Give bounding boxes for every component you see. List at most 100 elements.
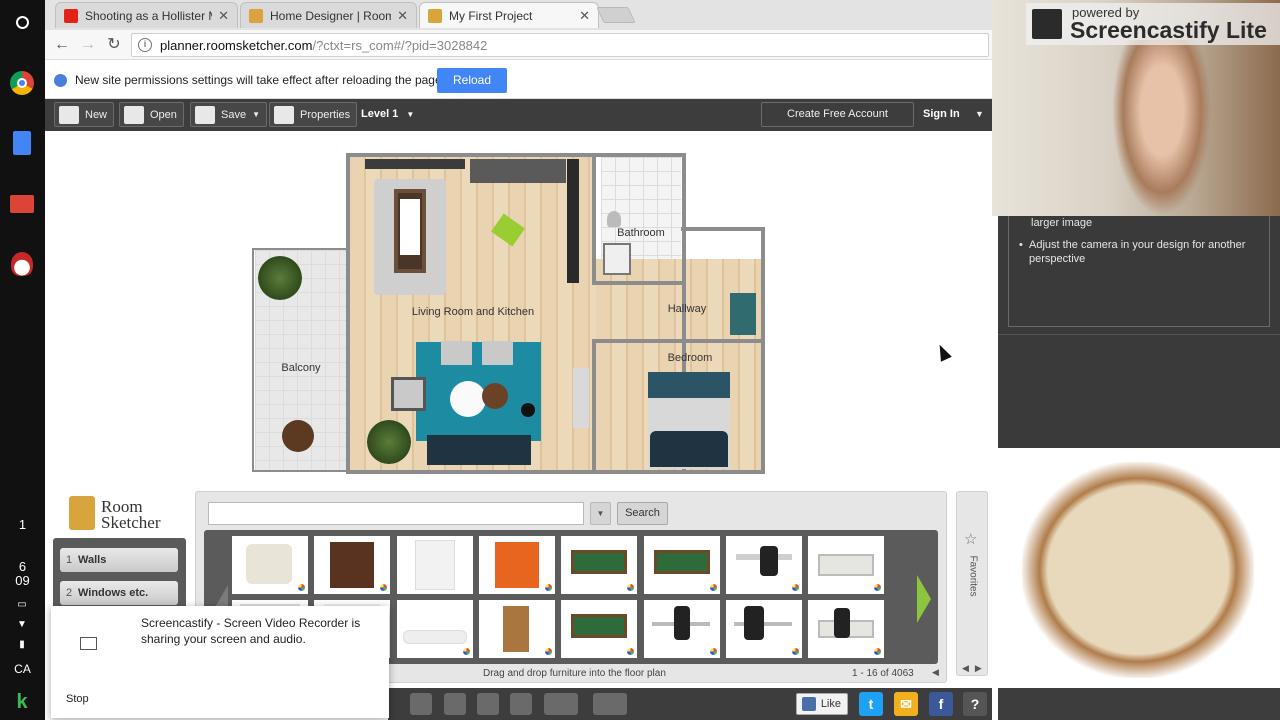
roomsketcher-icon (249, 8, 263, 23)
close-tab-icon[interactable]: ✕ (579, 8, 590, 24)
armchair[interactable] (441, 341, 472, 365)
room-label-bathroom[interactable]: Bathroom (597, 227, 685, 239)
room-label-balcony[interactable]: Balcony (257, 362, 345, 374)
floor-plan-canvas[interactable]: Bathroom Hallway Living Room and Kitchen… (45, 131, 992, 489)
tab-hollister-video[interactable]: Shooting as a Hollister M ✕ (55, 2, 238, 28)
mail-icon[interactable]: ✉ (894, 692, 918, 716)
floor-lamp[interactable] (521, 403, 535, 417)
furniture-thumb[interactable] (726, 536, 802, 594)
like-button[interactable]: Like (796, 693, 848, 715)
favorites-nav[interactable]: ◀▶ (962, 663, 988, 674)
side-table[interactable] (482, 383, 508, 409)
library-search-button[interactable]: Search (617, 502, 668, 525)
forward-arrow-icon[interactable]: → (78, 35, 98, 55)
undo-icon[interactable] (477, 693, 499, 715)
kitchen-counter[interactable] (365, 159, 465, 169)
settings-gear-icon[interactable] (593, 693, 627, 715)
hallway-cabinet[interactable] (730, 293, 756, 335)
table-runner (400, 199, 420, 255)
furniture-thumb[interactable] (314, 536, 390, 594)
twitter-icon[interactable]: t (859, 692, 883, 716)
furniture-thumb[interactable] (644, 600, 720, 658)
furniture-thumb[interactable] (561, 536, 637, 594)
balcony-table[interactable] (282, 420, 314, 452)
sofa-chair[interactable] (391, 377, 426, 411)
close-tab-icon[interactable]: ✕ (218, 8, 229, 24)
furniture-thumb[interactable] (808, 600, 884, 658)
close-tab-icon[interactable]: ✕ (397, 8, 408, 24)
tab-home-designer[interactable]: Home Designer | RoomS ✕ (240, 2, 417, 28)
wifi-icon[interactable]: ▼ (8, 614, 36, 634)
search-filter-dropdown[interactable]: ▼ (590, 502, 611, 525)
facebook-icon[interactable]: f (929, 692, 953, 716)
sign-in-button[interactable]: Sign In (923, 108, 960, 120)
locale-indicator[interactable]: CA (0, 662, 45, 676)
furniture-thumb[interactable] (397, 600, 473, 658)
info-icon[interactable]: i (138, 38, 152, 52)
favorites-tab[interactable]: ☆ Favorites (956, 491, 988, 676)
cast-icon[interactable]: ▭ (8, 594, 36, 614)
3d-preview[interactable] (998, 448, 1280, 688)
reload-icon[interactable]: ↻ (104, 35, 124, 55)
furniture-thumb[interactable] (479, 536, 555, 594)
chrome-icon[interactable] (8, 69, 36, 97)
furniture-thumb[interactable] (479, 600, 555, 658)
gmail-icon[interactable] (8, 190, 36, 218)
k-app-icon[interactable]: k (8, 688, 36, 716)
tv-stand[interactable] (573, 368, 589, 428)
zoom-icon[interactable] (544, 693, 578, 715)
room-label-living-room[interactable]: Living Room and Kitchen (393, 306, 553, 318)
roomsketcher-logo: Room Sketcher (69, 494, 179, 534)
sofa[interactable] (427, 435, 531, 465)
properties-button[interactable]: Properties (269, 102, 358, 127)
furniture-thumb[interactable] (726, 600, 802, 658)
chevron-down-icon[interactable]: ▼ (975, 109, 984, 119)
create-account-button[interactable]: Create Free Account (761, 102, 914, 127)
category-walls[interactable]: 1 Walls (60, 548, 178, 572)
kitchen-appliances[interactable] (470, 159, 566, 183)
paste-icon[interactable] (444, 693, 466, 715)
battery-icon[interactable]: ▮ (8, 634, 36, 654)
docs-icon[interactable] (8, 129, 36, 157)
furniture-thumb[interactable] (644, 536, 720, 594)
tab-my-first-project[interactable]: My First Project ✕ (419, 2, 599, 28)
redo-icon[interactable] (510, 693, 532, 715)
armchair[interactable] (482, 341, 513, 365)
chevron-down-icon[interactable]: ▼ (252, 110, 260, 119)
level-selector[interactable]: Level 1 ▼ (361, 108, 414, 120)
coffee-table[interactable] (450, 381, 486, 417)
bathtub[interactable] (603, 243, 631, 275)
potted-plant[interactable] (258, 256, 302, 300)
copy-icon[interactable] (410, 693, 432, 715)
furniture-thumb[interactable] (808, 536, 884, 594)
category-windows[interactable]: 2 Windows etc. (60, 581, 178, 605)
color-variant-icon (298, 584, 305, 591)
back-arrow-icon[interactable]: ← (52, 35, 72, 55)
new-tab-button[interactable] (596, 7, 636, 23)
library-hint: Drag and drop furniture into the floor p… (483, 668, 666, 679)
fridge[interactable] (567, 159, 579, 283)
clock-minute[interactable]: 09 (0, 574, 45, 588)
previous-page-icon[interactable]: ◀ (932, 667, 939, 678)
stop-sharing-button[interactable]: Stop (66, 693, 89, 705)
santa-icon[interactable] (8, 250, 36, 278)
room-label-hallway[interactable]: Hallway (643, 303, 731, 315)
open-button[interactable]: Open (119, 102, 184, 127)
launcher-icon[interactable] (8, 8, 36, 36)
new-button[interactable]: New (54, 102, 115, 127)
3d-floor-plan-render[interactable] (1022, 462, 1254, 678)
address-bar[interactable]: i planner.roomsketcher.com/?ctxt=rs_com#… (131, 33, 989, 57)
help-icon[interactable]: ? (963, 692, 987, 716)
notification-badge[interactable]: 1 (0, 518, 45, 532)
furniture-thumb[interactable] (561, 600, 637, 658)
toilet[interactable] (607, 211, 621, 227)
potted-plant[interactable] (367, 420, 411, 464)
library-search-input[interactable] (208, 502, 584, 525)
save-button[interactable]: Save ▼ (190, 102, 267, 127)
reload-button[interactable]: Reload (437, 68, 507, 93)
next-page-arrow-icon[interactable] (917, 575, 931, 623)
furniture-thumb[interactable] (397, 536, 473, 594)
clock-hour[interactable]: 6 (0, 560, 45, 574)
furniture-thumb[interactable] (232, 536, 308, 594)
room-label-bedroom[interactable]: Bedroom (646, 352, 734, 364)
